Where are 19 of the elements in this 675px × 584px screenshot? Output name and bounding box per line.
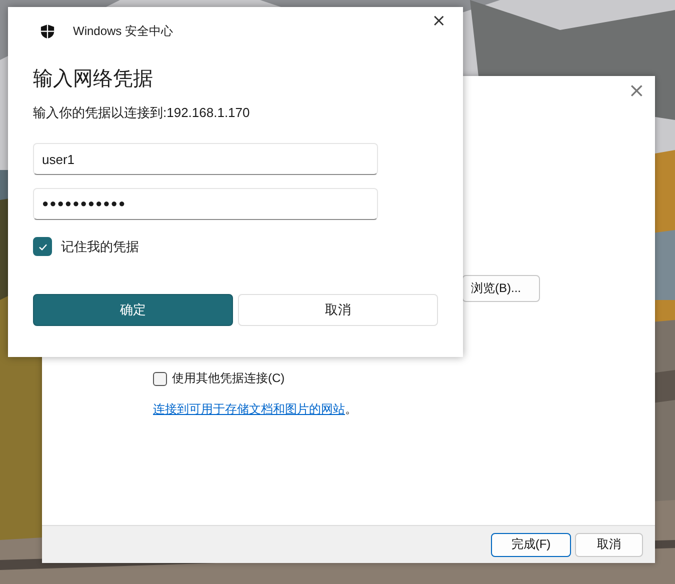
close-button[interactable]: ×: [626, 81, 647, 99]
password-field[interactable]: ●●●●●●●●●●●: [33, 188, 378, 220]
checkbox[interactable]: [153, 372, 167, 386]
dialog-heading: 输入网络凭据: [33, 67, 154, 92]
ok-button[interactable]: 确定: [33, 294, 233, 326]
checkbox-label: 使用其他凭据连接(C): [172, 370, 285, 387]
website-link[interactable]: 连接到可用于存储文档和图片的网站: [153, 402, 345, 416]
shield-icon: [40, 24, 55, 38]
finish-button[interactable]: 完成(F): [491, 532, 571, 556]
checkbox-label: 记住我的凭据: [61, 238, 139, 256]
cancel-button[interactable]: 取消: [238, 294, 438, 326]
app-title: Windows 安全中心: [73, 22, 174, 40]
link-suffix: 。: [345, 402, 357, 416]
dialog-subtitle: 输入你的凭据以连接到:192.168.1.170: [33, 104, 251, 122]
browse-button[interactable]: 浏览(B)...: [462, 275, 540, 302]
close-button[interactable]: ×: [426, 12, 452, 30]
checkbox[interactable]: [33, 237, 52, 256]
cancel-button[interactable]: 取消: [575, 532, 643, 556]
username-field[interactable]: user1: [33, 143, 378, 175]
